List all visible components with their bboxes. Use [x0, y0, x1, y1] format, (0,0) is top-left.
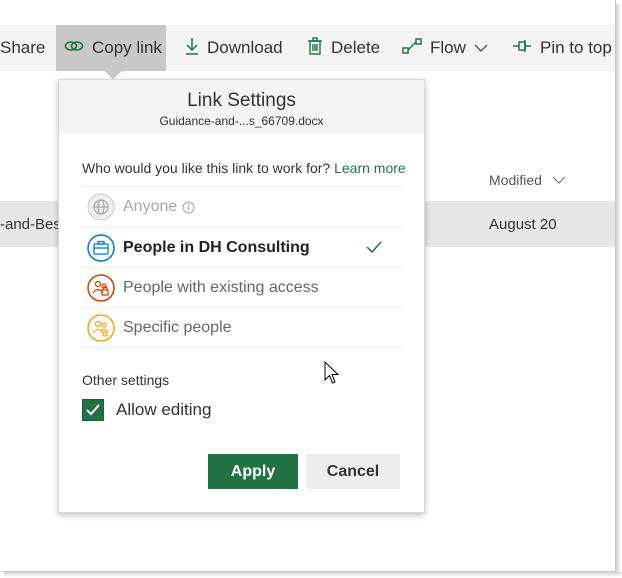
people-lock-icon — [87, 274, 115, 302]
window-shadow — [616, 4, 621, 576]
window: Share Copy link Download Delete Flow Pin… — [0, 0, 616, 572]
dialog-header: Link Settings Guidance-and-...s_66709.do… — [59, 80, 424, 134]
other-settings-heading: Other settings — [82, 372, 170, 388]
pin-icon — [512, 38, 540, 58]
allow-editing-row[interactable]: Allow editing — [82, 399, 211, 421]
link-icon — [64, 38, 92, 59]
link-settings-dialog: Link Settings Guidance-and-...s_66709.do… — [58, 79, 425, 513]
share-label: Share — [0, 38, 46, 57]
mouse-cursor-icon — [324, 360, 340, 390]
globe-icon — [87, 193, 115, 221]
download-button[interactable]: Download — [185, 25, 283, 71]
learn-more-link[interactable]: Learn more — [334, 160, 406, 176]
checkmark-icon — [86, 404, 100, 416]
allow-editing-label: Allow editing — [116, 400, 212, 419]
copy-link-label: Copy link — [92, 38, 162, 57]
audience-question-text: Who would you like this link to work for… — [82, 160, 331, 176]
apply-button[interactable]: Apply — [208, 454, 298, 489]
pin-to-top-label: Pin to top — [540, 38, 612, 57]
dialog-filename: Guidance-and-...s_66709.docx — [159, 114, 324, 128]
copy-link-callout-caret — [104, 71, 122, 79]
command-bar: Share Copy link Download Delete Flow Pin… — [0, 25, 615, 71]
delete-label: Delete — [331, 38, 381, 57]
window-shadow — [4, 572, 621, 577]
pin-to-top-button[interactable]: Pin to top — [512, 25, 612, 71]
option-people-in-org-label: People in DH Consulting — [123, 239, 310, 256]
flow-label: Flow — [430, 38, 466, 57]
chevron-down-icon — [474, 44, 496, 52]
share-button[interactable]: Share — [0, 25, 45, 71]
delete-button[interactable]: Delete — [307, 25, 380, 71]
modified-date-cell: August 20 — [489, 216, 557, 233]
trash-icon — [307, 36, 331, 60]
info-icon[interactable] — [182, 201, 195, 214]
allow-editing-checkbox[interactable] — [82, 399, 104, 421]
checkmark-icon — [366, 240, 382, 259]
briefcase-icon — [87, 234, 115, 262]
divider — [82, 347, 402, 348]
flow-button[interactable]: Flow — [402, 25, 496, 71]
option-existing-access-label: People with existing access — [123, 279, 319, 296]
option-existing-access[interactable]: People with existing access — [87, 268, 402, 308]
copy-link-button[interactable]: Copy link — [56, 25, 166, 71]
option-anyone-label: Anyone — [123, 198, 178, 215]
option-people-in-org[interactable]: People in DH Consulting — [87, 228, 402, 268]
file-name-cell[interactable]: -and-Bes — [0, 216, 61, 233]
people-icon — [87, 314, 115, 342]
download-icon — [185, 37, 207, 60]
chevron-down-icon — [542, 176, 566, 184]
option-specific-people[interactable]: Specific people — [87, 308, 402, 348]
modified-header-label: Modified — [489, 172, 542, 188]
option-specific-people-label: Specific people — [123, 319, 232, 336]
option-anyone: Anyone — [87, 187, 402, 227]
dialog-title: Link Settings — [187, 90, 296, 111]
modified-column-header[interactable]: Modified — [489, 172, 566, 188]
cancel-button[interactable]: Cancel — [306, 454, 400, 489]
audience-question: Who would you like this link to work for… — [82, 160, 406, 176]
flow-icon — [402, 37, 430, 59]
download-label: Download — [207, 38, 283, 57]
